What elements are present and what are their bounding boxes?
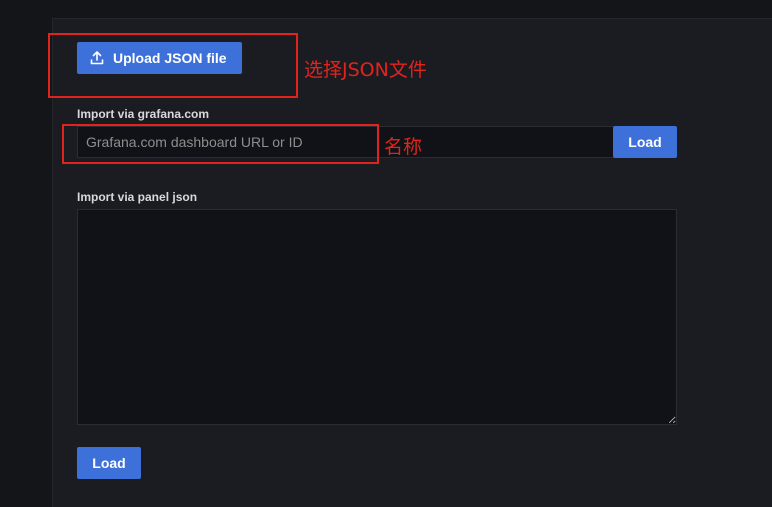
upload-json-button[interactable]: Upload JSON file (77, 42, 242, 74)
page-background: Upload JSON file Import via grafana.com … (0, 0, 772, 507)
grafana-com-url-input[interactable] (77, 126, 613, 158)
grafana-com-load-button[interactable]: Load (613, 126, 677, 158)
panel-json-textarea[interactable] (77, 209, 677, 425)
grafana-com-label: Import via grafana.com (77, 107, 210, 121)
upload-icon (89, 50, 105, 66)
annotation-input-note: 名称 (384, 136, 423, 158)
upload-json-button-label: Upload JSON file (113, 50, 227, 66)
annotation-upload-note: 选择JSON文件 (304, 59, 427, 81)
panel-json-label: Import via panel json (77, 190, 198, 204)
panel-json-load-button[interactable]: Load (77, 447, 141, 479)
